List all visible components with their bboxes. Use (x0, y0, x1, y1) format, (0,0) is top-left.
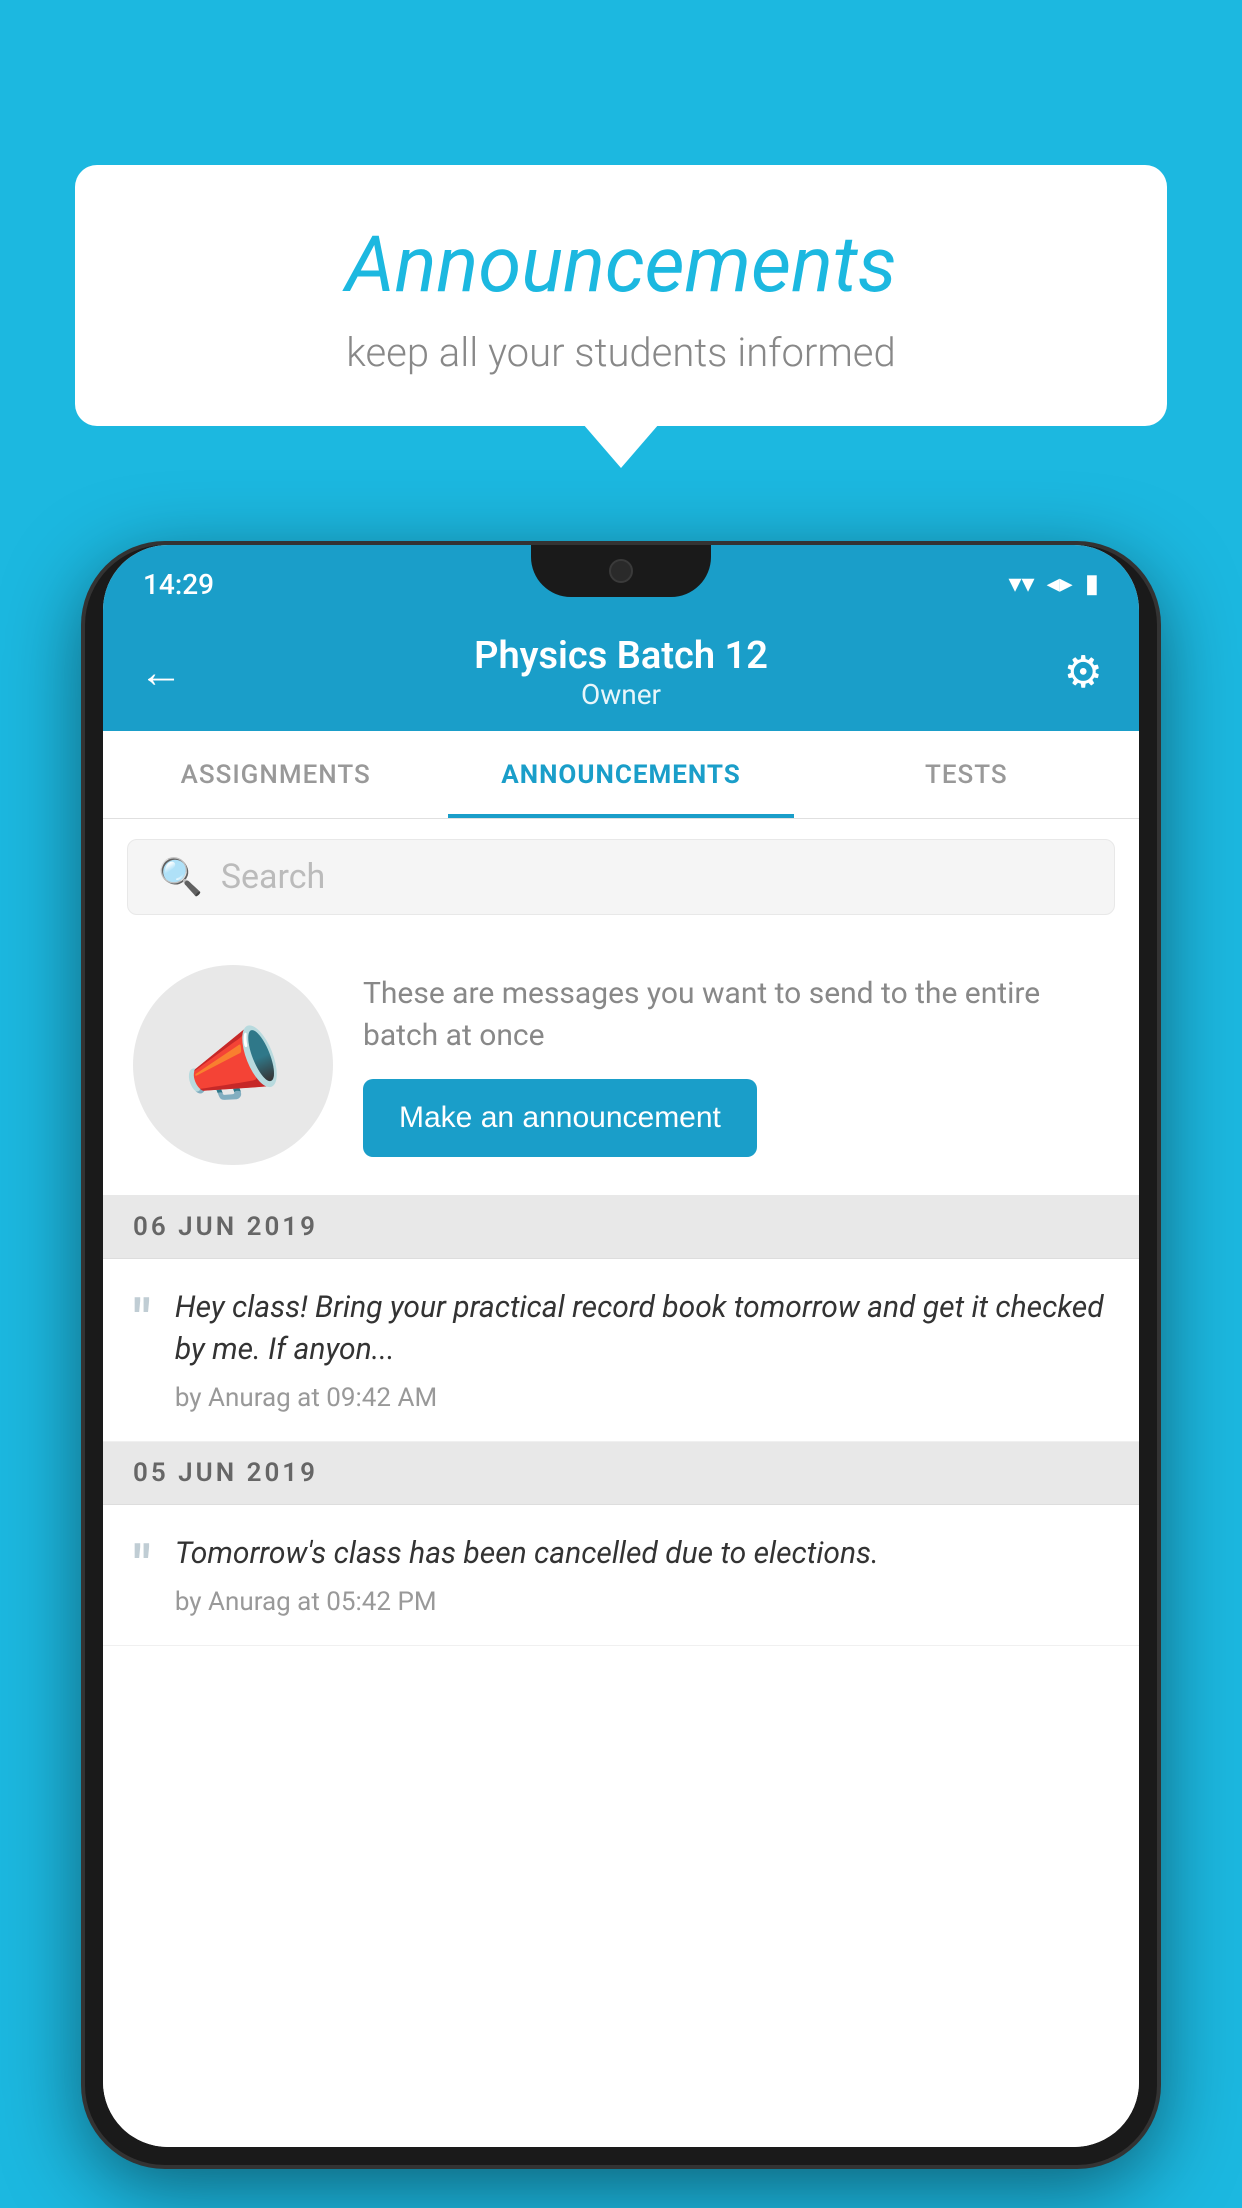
app-bar-title: Physics Batch 12 (199, 634, 1043, 678)
announcement-content-1: Hey class! Bring your practical record b… (175, 1287, 1109, 1413)
tab-announcements[interactable]: ANNOUNCEMENTS (448, 731, 793, 818)
announcement-item-2: " Tomorrow's class has been cancelled du… (103, 1505, 1139, 1646)
settings-icon[interactable]: ⚙ (1043, 646, 1103, 698)
speech-bubble-container: Announcements keep all your students inf… (75, 165, 1167, 426)
quote-icon-1: " (133, 1292, 151, 1348)
promo-content: These are messages you want to send to t… (363, 973, 1109, 1157)
signal-icon: ◂▸ (1047, 569, 1073, 599)
status-icons: ▾▾ ◂▸ ▮ (1008, 569, 1099, 599)
search-bar[interactable]: 🔍 Search (127, 839, 1115, 915)
phone-container: 14:29 ▾▾ ◂▸ ▮ ← Physics Batch 12 Owner ⚙ (85, 545, 1157, 2208)
search-container: 🔍 Search (103, 819, 1139, 935)
bubble-title: Announcements (135, 220, 1107, 311)
app-bar: ← Physics Batch 12 Owner ⚙ (103, 613, 1139, 731)
megaphone-icon: 📣 (183, 1018, 283, 1112)
announcement-meta-2: by Anurag at 05:42 PM (175, 1587, 1109, 1617)
notch (531, 545, 711, 597)
announcement-content-2: Tomorrow's class has been cancelled due … (175, 1533, 1109, 1617)
date-separator-1: 06 JUN 2019 (103, 1196, 1139, 1259)
search-placeholder: Search (221, 857, 325, 897)
battery-icon: ▮ (1085, 569, 1099, 599)
bubble-subtitle: keep all your students informed (135, 329, 1107, 376)
tab-assignments[interactable]: ASSIGNMENTS (103, 731, 448, 818)
tab-tests[interactable]: TESTS (794, 731, 1139, 818)
back-button[interactable]: ← (139, 646, 199, 698)
announcement-meta-1: by Anurag at 09:42 AM (175, 1383, 1109, 1413)
date-separator-2: 05 JUN 2019 (103, 1442, 1139, 1505)
quote-icon-2: " (133, 1538, 151, 1594)
wifi-icon: ▾▾ (1008, 569, 1034, 599)
speech-bubble: Announcements keep all your students inf… (75, 165, 1167, 426)
app-bar-subtitle: Owner (199, 678, 1043, 711)
promo-description: These are messages you want to send to t… (363, 973, 1109, 1057)
content-area: 🔍 Search 📣 These are messages you want t… (103, 819, 1139, 2147)
announcement-text-2: Tomorrow's class has been cancelled due … (175, 1533, 1109, 1575)
status-time: 14:29 (143, 568, 214, 601)
phone-frame: 14:29 ▾▾ ◂▸ ▮ ← Physics Batch 12 Owner ⚙ (85, 545, 1157, 2165)
search-icon: 🔍 (158, 856, 203, 898)
app-bar-title-container: Physics Batch 12 Owner (199, 634, 1043, 711)
announcement-text-1: Hey class! Bring your practical record b… (175, 1287, 1109, 1371)
tab-bar: ASSIGNMENTS ANNOUNCEMENTS TESTS (103, 731, 1139, 819)
announcement-item-1: " Hey class! Bring your practical record… (103, 1259, 1139, 1442)
camera (609, 559, 633, 583)
announcement-promo: 📣 These are messages you want to send to… (103, 935, 1139, 1196)
announcement-icon-circle: 📣 (133, 965, 333, 1165)
make-announcement-button[interactable]: Make an announcement (363, 1079, 757, 1157)
phone-screen: 14:29 ▾▾ ◂▸ ▮ ← Physics Batch 12 Owner ⚙ (103, 545, 1139, 2147)
